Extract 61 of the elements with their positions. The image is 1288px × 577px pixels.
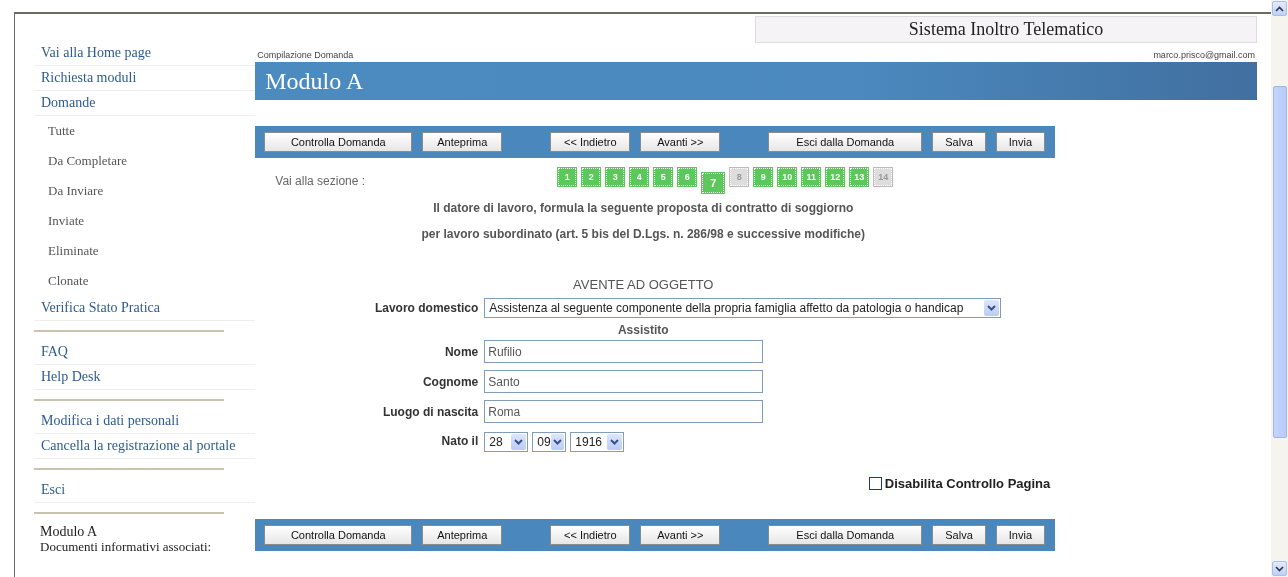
toolbar-button[interactable]: Avanti >>: [640, 525, 721, 545]
intro-text: Il datore di lavoro, formula la seguente proposta di contratto di soggiorno: [432, 200, 855, 216]
field-label: Cognome: [421, 374, 479, 389]
scroll-down-icon[interactable]: [1272, 561, 1287, 576]
toolbar-button[interactable]: Avanti >>: [640, 132, 721, 152]
input-field[interactable]: Santo: [484, 370, 764, 393]
toolbar-button[interactable]: Anteprima: [422, 132, 503, 152]
intro-text: per lavoro subordinato (art. 5 bis del D.Lgs. n. 286/98 e successive modifiche): [420, 226, 866, 242]
sidebar-footer-text: Documenti informativi associati:: [39, 539, 213, 554]
sidebar-link[interactable]: Cancella la registrazione al portale: [34, 434, 256, 459]
dropdown[interactable]: 28: [484, 432, 529, 452]
checkbox[interactable]: [868, 477, 882, 490]
checkbox-label: Disabilita Controllo Pagina: [884, 476, 1051, 491]
dropdown[interactable]: Assistenza al seguente componente della propria famiglia affetto da patologia o handicap: [484, 298, 1002, 318]
user-email: marco.prisco@gmail.com: [1153, 50, 1256, 60]
toolbar-button[interactable]: Controlla Domanda: [264, 132, 413, 152]
sidebar-subitem[interactable]: Clonate: [34, 266, 256, 296]
field-label: Nato il: [440, 434, 479, 448]
caret-icon: [984, 300, 1000, 316]
sidebar-subitem[interactable]: Inviate: [34, 206, 256, 236]
field-label: Nome: [443, 344, 479, 359]
page-title: Modulo A: [265, 67, 364, 95]
dropdown[interactable]: 09: [532, 432, 567, 452]
site-title-banner: Sistema Inoltro Telematico: [755, 16, 1258, 43]
sidebar-link[interactable]: Modifica i dati personali: [34, 409, 256, 434]
caret-icon: [607, 434, 623, 450]
input-field[interactable]: Roma: [484, 400, 764, 423]
toolbar-button[interactable]: Esci dalla Domanda: [768, 132, 923, 152]
breadcrumb: Compilazione Domanda: [257, 50, 354, 60]
toolbar-button[interactable]: Controlla Domanda: [264, 525, 413, 545]
caret-icon: [550, 434, 565, 450]
caret-icon: [511, 434, 527, 450]
scrollbar-thumb[interactable]: [1272, 86, 1287, 438]
toolbar-button[interactable]: Esci dalla Domanda: [768, 525, 923, 545]
scrollbar[interactable]: [1271, 0, 1288, 577]
sidebar-link[interactable]: Verifica Stato Pratica: [34, 296, 256, 321]
sidebar-subitem[interactable]: Da Inviare: [34, 176, 256, 206]
sidebar-link[interactable]: Vai alla Home page: [34, 41, 256, 66]
field-label: Lavoro domestico: [373, 301, 479, 315]
toolbar-button[interactable]: Salva: [932, 132, 986, 152]
toolbar-button[interactable]: Invia: [995, 525, 1046, 545]
sidebar-subitem[interactable]: Eliminate: [34, 236, 256, 266]
form-subheading: Assistito: [617, 323, 669, 337]
dropdown[interactable]: 1916: [570, 432, 625, 452]
toolbar-button[interactable]: Salva: [932, 525, 986, 545]
toolbar-button[interactable]: << Indietro: [550, 132, 631, 152]
field-label: Luogo di nascita: [381, 404, 479, 419]
sidebar-link[interactable]: FAQ: [34, 340, 256, 365]
scroll-up-icon[interactable]: [1272, 1, 1287, 16]
input-field[interactable]: Rufilio: [484, 340, 764, 363]
sidebar-subitem[interactable]: Tutte: [34, 116, 256, 146]
sidebar-subitem[interactable]: Da Completare: [34, 146, 256, 176]
sidebar-link[interactable]: Esci: [34, 478, 256, 503]
section-nav-label: Vai alla sezione :: [275, 174, 367, 188]
form-heading: AVENTE AD OGGETTO: [572, 277, 715, 292]
sidebar-link[interactable]: Domande: [34, 91, 256, 116]
sidebar-link[interactable]: Help Desk: [34, 365, 256, 390]
toolbar-button[interactable]: Anteprima: [422, 525, 503, 545]
toolbar-button[interactable]: << Indietro: [550, 525, 631, 545]
toolbar-button[interactable]: Invia: [995, 132, 1046, 152]
sidebar-footer-text: Modulo A: [39, 524, 99, 539]
